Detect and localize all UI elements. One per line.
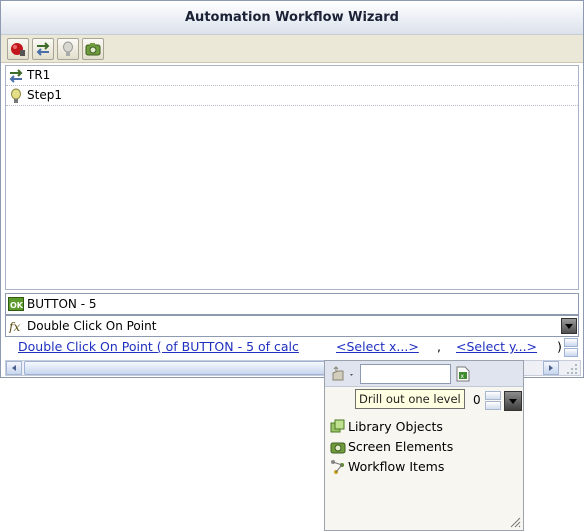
wizard-window: Automation Workflow Wizard TR1 Step1 OK …	[0, 0, 584, 378]
transition-icon	[36, 42, 50, 56]
expression-main-link[interactable]: Double Click On Point ( of BUTTON - 5 of…	[18, 339, 299, 354]
object-picker-popup: x Drill out one level 0 Library Objects …	[324, 360, 524, 531]
capture-screen-button[interactable]	[82, 38, 104, 60]
picker-item-label: Library Objects	[348, 419, 443, 434]
window-title: Automation Workflow Wizard	[1, 1, 583, 35]
camera-icon	[85, 43, 101, 56]
function-icon: fx	[8, 320, 20, 333]
scroll-down-icon[interactable]	[564, 348, 578, 357]
target-element-label: BUTTON - 5	[27, 297, 97, 311]
svg-text:fx: fx	[8, 320, 20, 333]
stepper-up-icon[interactable]	[485, 391, 501, 400]
level-value: 0	[473, 393, 481, 407]
scroll-left-icon[interactable]	[6, 361, 22, 375]
scroll-up-icon[interactable]	[564, 338, 578, 347]
expression-scroll[interactable]	[564, 338, 580, 358]
step-bulb-icon	[11, 88, 21, 103]
library-icon	[330, 419, 345, 433]
picker-item-label: Workflow Items	[348, 459, 445, 474]
select-x-link[interactable]: <Select x...>	[336, 339, 419, 354]
action-label: Double Click On Point	[27, 319, 157, 333]
resize-grip-icon[interactable]	[566, 362, 579, 375]
svg-text:x: x	[461, 373, 465, 380]
drill-out-icon[interactable]	[331, 365, 355, 383]
drill-out-tooltip: Drill out one level	[355, 389, 465, 409]
add-step-button[interactable]	[57, 38, 79, 60]
workflow-tree: TR1 Step1	[5, 65, 579, 290]
picker-search-input[interactable]	[360, 364, 451, 384]
workflow-icon	[331, 460, 344, 474]
camera-icon	[330, 442, 346, 454]
transition-icon	[9, 69, 23, 83]
select-y-link[interactable]: <Select y...>	[456, 339, 537, 354]
toolbar	[1, 35, 583, 63]
step-bulb-icon	[63, 41, 73, 56]
svg-text:OK: OK	[10, 301, 24, 310]
level-stepper[interactable]	[485, 391, 503, 411]
level-dropdown-button[interactable]	[504, 391, 522, 411]
chevron-down-icon[interactable]	[561, 318, 577, 334]
scroll-right-icon[interactable]	[543, 361, 559, 375]
tree-item-label: Step1	[27, 88, 62, 102]
tree-item-label: TR1	[27, 68, 51, 82]
action-expression: Double Click On Point ( of BUTTON - 5 of…	[5, 338, 563, 358]
record-button[interactable]	[7, 38, 29, 60]
add-transition-button[interactable]	[32, 38, 54, 60]
resize-grip-icon[interactable]	[509, 516, 521, 528]
record-icon	[11, 43, 25, 56]
target-element-field[interactable]: OK BUTTON - 5	[5, 293, 579, 315]
ok-button-icon: OK	[8, 297, 24, 311]
action-select[interactable]: fx Double Click On Point	[5, 315, 579, 337]
expression-separator: ,	[437, 339, 441, 354]
excel-icon[interactable]: x	[456, 366, 470, 382]
tree-item-tr1[interactable]: TR1	[6, 66, 578, 86]
expression-close: )	[557, 339, 562, 354]
stepper-down-icon[interactable]	[485, 401, 501, 410]
tree-item-step1[interactable]: Step1	[6, 86, 578, 106]
picker-toolbar: x	[325, 361, 523, 387]
picker-item-label: Screen Elements	[348, 439, 454, 454]
